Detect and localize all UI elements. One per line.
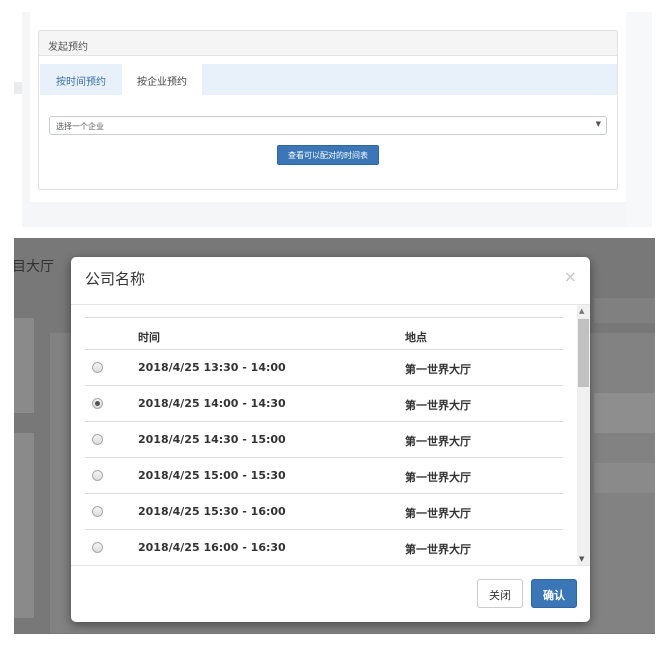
reservation-panel: 发起预约 按时间预约 按企业预约 选择一个企业 ▼ 查看可以配对的时间表 — [38, 30, 618, 190]
schedule-table: 时间 地点 2018/4/25 13:30 - 14:00 第一世界大厅 201… — [85, 317, 563, 565]
time-slot-radio[interactable] — [92, 398, 103, 409]
slot-location: 第一世界大厅 — [405, 435, 471, 448]
caret-down-icon: ▼ — [595, 120, 601, 128]
reservation-page-top: 发起预约 按时间预约 按企业预约 选择一个企业 ▼ 查看可以配对的时间表 — [0, 0, 663, 232]
company-select-value: 选择一个企业 — [56, 122, 104, 131]
confirm-button[interactable]: 确认 — [531, 579, 577, 608]
table-row[interactable]: 2018/4/25 14:00 - 14:30 第一世界大厅 — [85, 385, 563, 421]
tab-bar-fill — [202, 64, 617, 95]
table-row[interactable]: 2018/4/25 13:30 - 14:00 第一世界大厅 — [85, 349, 563, 385]
bg-block — [594, 298, 655, 323]
header-location: 地点 — [405, 331, 427, 344]
header-time: 时间 — [138, 331, 160, 344]
slot-time: 2018/4/25 15:30 - 16:00 — [138, 505, 286, 518]
slot-time: 2018/4/25 14:30 - 15:00 — [138, 433, 286, 446]
bg-partial-text: 目大厅 — [14, 259, 54, 275]
table-row[interactable]: 2018/4/25 14:30 - 15:00 第一世界大厅 — [85, 421, 563, 457]
slot-location: 第一世界大厅 — [405, 507, 471, 520]
bg-block — [14, 318, 34, 413]
page-edge — [14, 82, 22, 94]
time-slot-radio[interactable] — [92, 470, 103, 481]
panel-title: 发起预约 — [39, 31, 617, 56]
select-time-modal: 公司名称 × 时间 地点 2018/4/25 13:30 - 14:00 第一世… — [71, 257, 590, 622]
table-row[interactable]: 2018/4/25 15:30 - 16:00 第一世界大厅 — [85, 493, 563, 529]
slot-time: 2018/4/25 14:00 - 14:30 — [138, 397, 286, 410]
table-header-row: 时间 地点 — [85, 317, 563, 353]
slot-location: 第一世界大厅 — [405, 399, 471, 412]
scroll-down-icon[interactable]: ▼ — [579, 555, 584, 563]
company-select[interactable]: 选择一个企业 ▼ — [49, 116, 607, 135]
bg-block — [594, 393, 655, 433]
bg-block — [14, 433, 34, 618]
slot-location: 第一世界大厅 — [405, 543, 471, 556]
divider — [71, 565, 590, 566]
tab-by-time[interactable]: 按时间预约 — [40, 64, 122, 95]
bg-block — [594, 463, 655, 493]
modal-screenshot: 目大厅 公司名称 × 时间 地点 2018/4/25 13:30 - 14:00… — [14, 238, 655, 634]
table-row[interactable]: 2018/4/25 15:00 - 15:30 第一世界大厅 — [85, 457, 563, 493]
table-row[interactable]: 2018/4/25 16:00 - 16:30 第一世界大厅 — [85, 529, 563, 565]
slot-location: 第一世界大厅 — [405, 363, 471, 376]
close-icon[interactable]: × — [564, 267, 577, 286]
scrollbar[interactable]: ▲ ▼ — [577, 305, 590, 565]
close-button[interactable]: 关闭 — [477, 579, 523, 608]
view-matching-schedule-button[interactable]: 查看可以配对的时间表 — [277, 145, 379, 165]
divider — [71, 304, 590, 305]
time-slot-radio[interactable] — [92, 542, 103, 553]
time-slot-radio[interactable] — [92, 506, 103, 517]
time-slot-radio[interactable] — [92, 362, 103, 373]
tab-by-company[interactable]: 按企业预约 — [122, 64, 202, 95]
time-slot-radio[interactable] — [92, 434, 103, 445]
slot-location: 第一世界大厅 — [405, 471, 471, 484]
slot-time: 2018/4/25 13:30 - 14:00 — [138, 361, 286, 374]
scroll-up-icon[interactable]: ▲ — [579, 307, 584, 315]
slot-time: 2018/4/25 15:00 - 15:30 — [138, 469, 286, 482]
content-frame-edge — [626, 12, 652, 227]
slot-time: 2018/4/25 16:00 - 16:30 — [138, 541, 286, 554]
scrollbar-thumb[interactable] — [578, 319, 589, 387]
modal-title: 公司名称 — [85, 270, 146, 288]
